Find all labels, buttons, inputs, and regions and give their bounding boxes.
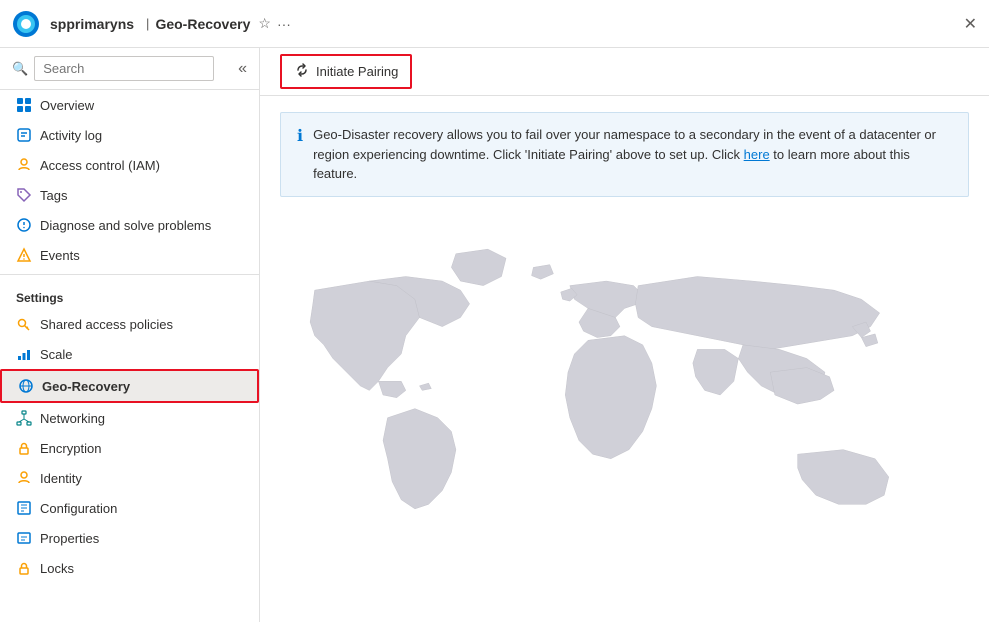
identity-icon — [16, 470, 32, 486]
settings-section-label: Settings — [0, 279, 259, 309]
sidebar-item-encryption[interactable]: Encryption — [0, 433, 259, 463]
sidebar-item-label: Locks — [40, 561, 74, 576]
close-button[interactable]: ✕ — [964, 14, 977, 34]
title-bar: spprimaryns | Geo-Recovery ☆ ··· ✕ — [0, 0, 989, 48]
sidebar-item-shared-access[interactable]: Shared access policies — [0, 309, 259, 339]
sidebar-item-geo-recovery[interactable]: Geo-Recovery — [0, 369, 259, 403]
activity-icon — [16, 127, 32, 143]
sidebar-item-label: Encryption — [40, 441, 101, 456]
tags-icon — [16, 187, 32, 203]
overview-icon — [16, 97, 32, 113]
favorite-star[interactable]: ☆ — [258, 15, 271, 32]
geo-icon — [18, 378, 34, 394]
sidebar-item-scale[interactable]: Scale — [0, 339, 259, 369]
sidebar-item-label: Events — [40, 248, 80, 263]
pairing-icon — [294, 62, 310, 81]
diagnose-icon — [16, 217, 32, 233]
lock-icon — [16, 440, 32, 456]
world-map — [260, 213, 989, 622]
sidebar: 🔍 « Overview Activity log — [0, 48, 260, 622]
sidebar-item-locks[interactable]: Locks — [0, 553, 259, 583]
info-link[interactable]: here — [744, 147, 770, 162]
key-icon — [16, 316, 32, 332]
initiate-pairing-button[interactable]: Initiate Pairing — [280, 54, 412, 89]
sidebar-item-label: Properties — [40, 531, 99, 546]
sidebar-item-label: Configuration — [40, 501, 117, 516]
sidebar-item-diagnose[interactable]: Diagnose and solve problems — [0, 210, 259, 240]
info-text: Geo-Disaster recovery allows you to fail… — [313, 125, 952, 184]
sidebar-item-label: Overview — [40, 98, 94, 113]
sidebar-item-identity[interactable]: Identity — [0, 463, 259, 493]
events-icon — [16, 247, 32, 263]
sidebar-item-label: Identity — [40, 471, 82, 486]
sidebar-item-overview[interactable]: Overview — [0, 90, 259, 120]
content-area: Initiate Pairing ℹ Geo-Disaster recovery… — [260, 48, 989, 622]
sidebar-nav: Overview Activity log Access control (IA… — [0, 90, 259, 622]
sidebar-item-label: Networking — [40, 411, 105, 426]
properties-icon — [16, 530, 32, 546]
access-icon — [16, 157, 32, 173]
resource-name: Geo-Recovery — [155, 16, 250, 32]
sidebar-item-activity-log[interactable]: Activity log — [0, 120, 259, 150]
sidebar-item-label: Access control (IAM) — [40, 158, 160, 173]
toolbar: Initiate Pairing — [260, 48, 989, 96]
map-container — [260, 213, 989, 622]
app-name: spprimaryns — [50, 16, 134, 32]
scale-icon — [16, 346, 32, 362]
search-input[interactable] — [34, 56, 214, 81]
sidebar-item-tags[interactable]: Tags — [0, 180, 259, 210]
sidebar-item-label: Activity log — [40, 128, 102, 143]
sidebar-item-properties[interactable]: Properties — [0, 523, 259, 553]
title-separator: | — [146, 16, 149, 31]
main-layout: 🔍 « Overview Activity log — [0, 48, 989, 622]
sidebar-item-label: Tags — [40, 188, 67, 203]
info-icon: ℹ — [297, 126, 303, 146]
settings-divider — [0, 274, 259, 275]
networking-icon — [16, 410, 32, 426]
sidebar-item-label: Shared access policies — [40, 317, 173, 332]
sidebar-item-configuration[interactable]: Configuration — [0, 493, 259, 523]
sidebar-item-events[interactable]: Events — [0, 240, 259, 270]
sidebar-item-access-control[interactable]: Access control (IAM) — [0, 150, 259, 180]
collapse-button[interactable]: « — [238, 60, 247, 78]
lock2-icon — [16, 560, 32, 576]
info-banner: ℹ Geo-Disaster recovery allows you to fa… — [280, 112, 969, 197]
search-icon: 🔍 — [12, 61, 28, 77]
more-options[interactable]: ··· — [277, 16, 291, 32]
sidebar-item-label: Geo-Recovery — [42, 379, 130, 394]
sidebar-item-networking[interactable]: Networking — [0, 403, 259, 433]
sidebar-item-label: Diagnose and solve problems — [40, 218, 211, 233]
config-icon — [16, 500, 32, 516]
initiate-pairing-label: Initiate Pairing — [316, 64, 398, 79]
sidebar-search-container: 🔍 « — [0, 48, 259, 90]
sidebar-item-label: Scale — [40, 347, 73, 362]
app-logo — [12, 10, 40, 38]
